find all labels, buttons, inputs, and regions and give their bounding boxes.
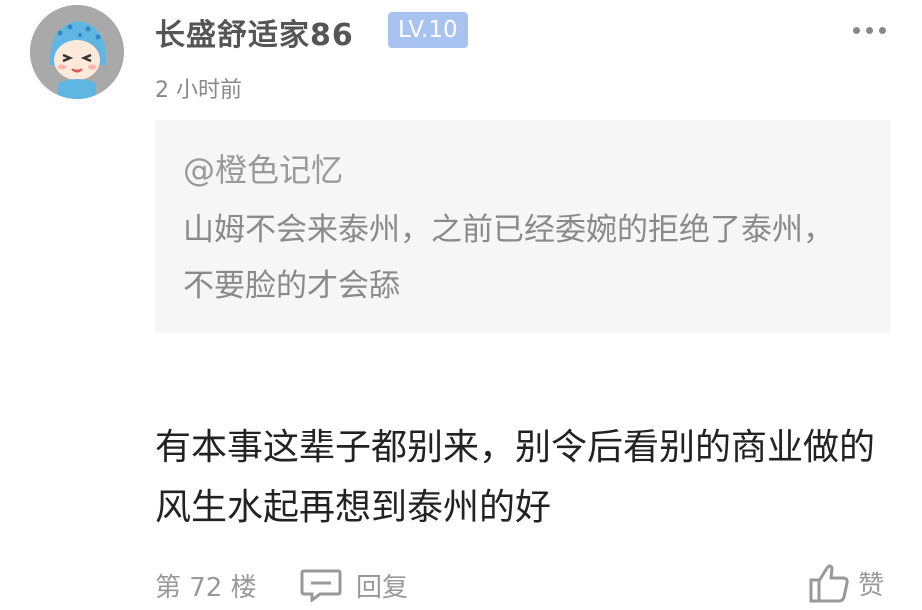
comment-body: 有本事这辈子都别来，别令后看别的商业做的风生水起再想到泰州的好 <box>155 427 876 528</box>
floor-number: 第 72 楼 <box>155 572 257 603</box>
comment-icon <box>300 569 342 602</box>
like-label: 赞 <box>858 570 885 601</box>
thumbs-up-icon <box>809 564 849 603</box>
more-dots-icon[interactable] <box>853 23 889 37</box>
cartoon-avatar-icon <box>30 5 124 99</box>
quote-text: 山姆不会来泰州，之前已经委婉的拒绝了泰州，不要脸的才会舔 <box>183 212 834 304</box>
post-time: 2 小时前 <box>155 78 242 103</box>
reply-label: 回复 <box>356 572 409 603</box>
like-button[interactable]: 赞 <box>808 560 884 606</box>
level-badge: LV.10 <box>388 12 468 48</box>
avatar[interactable] <box>30 5 124 99</box>
quote-author[interactable]: @橙色记忆 <box>183 150 862 190</box>
username[interactable]: 长盛舒适家86 <box>155 10 354 54</box>
reply-button[interactable]: 回复 <box>300 565 408 605</box>
quoted-comment[interactable]: @橙色记忆 山姆不会来泰州，之前已经委婉的拒绝了泰州，不要脸的才会舔 <box>155 120 890 333</box>
